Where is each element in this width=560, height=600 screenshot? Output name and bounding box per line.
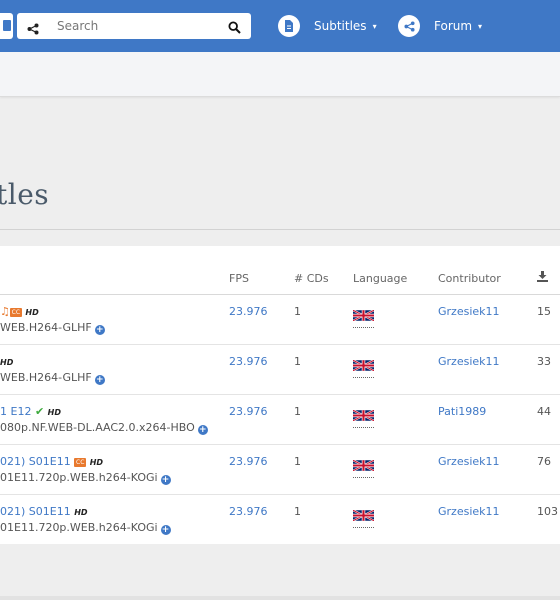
uk-flag-icon[interactable] (352, 456, 375, 478)
contributor-link[interactable]: Grzesiek11 (438, 455, 500, 468)
cds-value: 1 (294, 405, 301, 418)
episode-link[interactable]: 1 E12 (0, 405, 31, 418)
downloads-count: 15 (537, 305, 551, 318)
search-box (17, 13, 251, 39)
header-language[interactable]: Language (353, 272, 407, 285)
share-icon[interactable] (27, 20, 39, 39)
plus-icon[interactable]: + (160, 475, 171, 485)
hd-badge: HD (0, 358, 14, 367)
plus-icon[interactable]: + (94, 375, 105, 385)
release-name[interactable]: WEB.H264-GLHF + (0, 321, 105, 335)
uk-flag-icon[interactable] (352, 306, 375, 328)
secondary-bar (0, 52, 560, 97)
check-icon: ✔ (34, 405, 45, 418)
divider (0, 229, 560, 230)
downloads-count: 33 (537, 355, 551, 368)
cds-value: 1 (294, 355, 301, 368)
subtitles-menu[interactable]: Subtitles ▾ (278, 13, 377, 39)
header-contributor[interactable]: Contributor (438, 272, 501, 285)
user-menu-button[interactable] (0, 13, 13, 39)
table-row[interactable]: ♫ CC HD WEB.H264-GLHF + 23.976 1 Grzesiek1… (0, 295, 560, 345)
hd-badge: HD (89, 458, 104, 467)
contributor-link[interactable]: Grzesiek11 (438, 305, 500, 318)
fps-value[interactable]: 23.976 (229, 405, 268, 418)
plus-icon[interactable]: + (94, 325, 105, 335)
chevron-down-icon: ▾ (478, 21, 483, 31)
chevron-down-icon: ▾ (372, 21, 377, 31)
fps-value[interactable]: 23.976 (229, 355, 268, 368)
downloads-count: 103 (537, 505, 558, 518)
user-icon (3, 20, 11, 31)
release-name[interactable]: 01E11.720p.WEB.h264-KOGi + (0, 521, 171, 535)
top-navbar: Subtitles ▾ Forum ▾ (0, 0, 560, 52)
table-row[interactable]: 021) S01E11 HD 01E11.720p.WEB.h264-KOGi +… (0, 495, 560, 544)
hd-badge: HD (25, 308, 39, 317)
music-note-icon: ♫ (0, 305, 10, 318)
footer-divider (0, 596, 560, 600)
episode-link[interactable]: 021) S01E11 (0, 505, 71, 518)
contributor-link[interactable]: Pati1989 (438, 405, 486, 418)
uk-flag-icon[interactable] (352, 356, 375, 378)
hd-badge: HD (74, 508, 88, 517)
cds-value: 1 (294, 455, 301, 468)
search-icon[interactable] (228, 19, 241, 38)
plus-icon[interactable]: + (160, 525, 171, 535)
cds-value: 1 (294, 505, 301, 518)
downloads-count: 44 (537, 405, 551, 418)
cds-value: 1 (294, 305, 301, 318)
fps-value[interactable]: 23.976 (229, 505, 268, 518)
table-row[interactable]: HD WEB.H264-GLHF + 23.976 1 Grzesiek11 33 (0, 345, 560, 395)
release-name[interactable]: 080p.NF.WEB-DL.AAC2.0.x264-HBO + (0, 421, 208, 435)
share-circle-icon (398, 15, 420, 37)
document-icon (278, 15, 300, 37)
cc-badge: CC (74, 458, 87, 467)
download-icon[interactable] (537, 271, 548, 285)
hd-badge: HD (47, 408, 62, 417)
cc-badge: CC (9, 308, 22, 317)
table-header: FPS # CDs Language Contributor (0, 246, 560, 295)
downloads-count: 76 (537, 455, 551, 468)
table-row[interactable]: 1 E12 ✔ HD 080p.NF.WEB-DL.AAC2.0.x264-HB… (0, 395, 560, 445)
forum-label: Forum (434, 19, 473, 33)
uk-flag-icon[interactable] (352, 506, 375, 528)
contributor-link[interactable]: Grzesiek11 (438, 355, 500, 368)
contributor-link[interactable]: Grzesiek11 (438, 505, 500, 518)
page-title: tles (0, 178, 50, 211)
episode-link[interactable]: 021) S01E11 (0, 455, 71, 468)
fps-value[interactable]: 23.976 (229, 305, 268, 318)
forum-menu[interactable]: Forum ▾ (398, 13, 482, 39)
search-input[interactable] (57, 13, 217, 39)
table-row[interactable]: 021) S01E11 CC HD 01E11.720p.WEB.h264-KO… (0, 445, 560, 495)
subtitles-table: FPS # CDs Language Contributor ♫ CC HD WE… (0, 246, 560, 544)
subtitles-label: Subtitles (314, 19, 367, 33)
header-cds[interactable]: # CDs (294, 272, 329, 285)
uk-flag-icon[interactable] (352, 406, 375, 428)
release-name[interactable]: WEB.H264-GLHF + (0, 371, 105, 385)
plus-icon[interactable]: + (197, 425, 208, 435)
fps-value[interactable]: 23.976 (229, 455, 268, 468)
header-fps[interactable]: FPS (229, 272, 249, 285)
release-name[interactable]: 01E11.720p.WEB.h264-KOGi + (0, 471, 171, 485)
